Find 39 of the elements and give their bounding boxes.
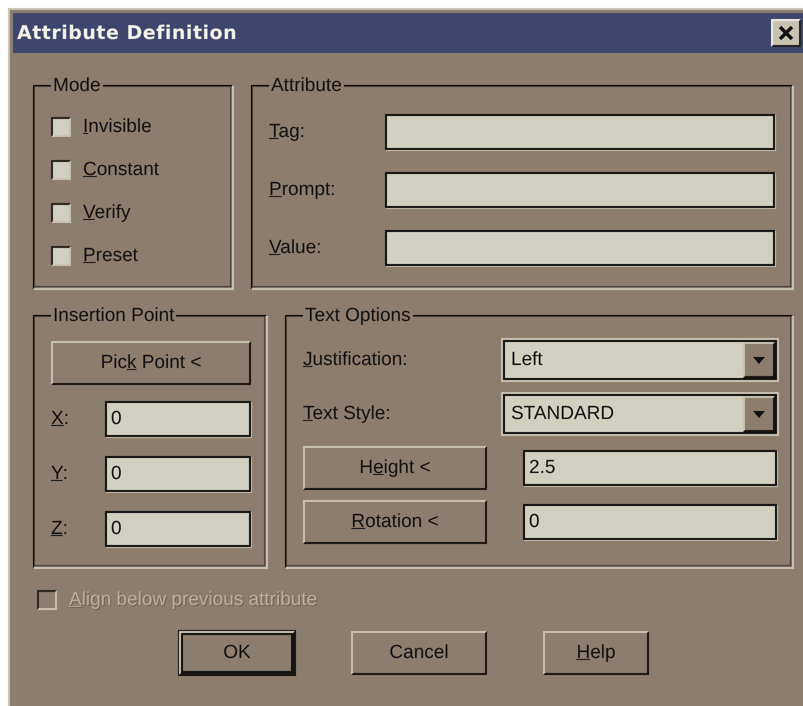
input-field[interactable]: 0 (105, 400, 251, 436)
checkbox-label: Invisible (83, 116, 152, 138)
field-label: Y: (51, 462, 69, 484)
input-field[interactable]: 2.5 (523, 450, 777, 486)
input-field[interactable] (385, 114, 775, 150)
group-title: Text Options (304, 305, 412, 327)
group-title: Attribute (270, 75, 343, 97)
field-label: Justification: (303, 349, 409, 371)
input-field[interactable]: 0 (523, 504, 777, 540)
option-button[interactable]: Height < (303, 446, 487, 490)
dialog-button[interactable]: OK (179, 631, 295, 675)
checkbox-label: Verify (83, 202, 131, 224)
checkbox[interactable] (51, 160, 71, 180)
checkbox[interactable] (51, 246, 71, 266)
dropdown[interactable]: STANDARD (503, 394, 777, 434)
dropdown[interactable]: Left (503, 340, 777, 380)
checkbox-label: Constant (83, 158, 160, 180)
dialog-button[interactable]: Help (543, 631, 649, 675)
option-button[interactable]: Rotation < (303, 500, 487, 544)
pick-point-button[interactable]: Pick Point < (51, 341, 251, 385)
group-title: Insertion Point (52, 305, 176, 327)
close-button[interactable] (771, 19, 801, 47)
field-label: Tag: (269, 121, 306, 143)
checkbox[interactable] (51, 202, 71, 222)
checkbox[interactable] (51, 116, 71, 136)
window-title: Attribute Definition (17, 22, 238, 44)
field-label: Value: (269, 237, 322, 259)
close-icon (778, 26, 794, 40)
field-label: Z: (51, 518, 69, 540)
group-title: Mode (52, 75, 102, 97)
field-label: X: (51, 408, 70, 430)
field-label: Text Style: (303, 403, 392, 425)
input-field[interactable] (385, 172, 775, 208)
dialog-button[interactable]: Cancel (351, 631, 487, 675)
input-field[interactable] (385, 230, 775, 266)
input-field[interactable]: 0 (105, 510, 251, 546)
field-label: Prompt: (269, 179, 337, 201)
input-field[interactable]: 0 (105, 456, 251, 492)
checkbox-label: Preset (83, 244, 138, 266)
